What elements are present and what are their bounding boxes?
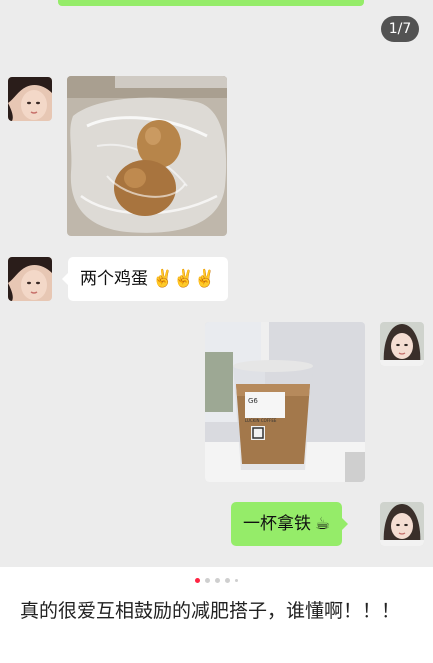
message-text: 一杯拿铁 [243, 514, 311, 534]
my-avatar[interactable] [380, 322, 424, 366]
post-caption: 真的很爱互相鼓励的减肥搭子，谁懂啊！！！ [20, 600, 401, 622]
image-counter-badge: 1/7 [381, 16, 419, 42]
friend-avatar[interactable] [8, 257, 52, 301]
friend-avatar[interactable] [8, 77, 52, 121]
carousel-dot[interactable] [225, 577, 230, 583]
message-text: 两个鸡蛋 [80, 269, 148, 289]
previous-message-bubble-edge [58, 0, 364, 6]
carousel-dot-active[interactable] [195, 577, 200, 583]
carousel-pagination[interactable] [0, 576, 433, 584]
incoming-text-bubble[interactable]: 两个鸡蛋 ✌️✌️✌️ [62, 257, 228, 301]
carousel-dot[interactable] [215, 577, 220, 583]
latte-photo[interactable]: G6 LUCKIN COFFEE [205, 322, 365, 482]
cup-sticker-code: G6 [248, 397, 258, 405]
carousel-dot[interactable] [235, 578, 238, 582]
my-avatar[interactable] [380, 502, 424, 546]
outgoing-text-bubble[interactable]: 一杯拿铁 ☕ [231, 502, 349, 546]
eggs-photo[interactable] [67, 76, 227, 236]
carousel-dot[interactable] [205, 577, 210, 583]
coffee-emoji: ☕ [315, 514, 331, 534]
victory-hand-emoji: ✌️✌️✌️ [152, 269, 216, 289]
cup-brand-text: LUCKIN COFFEE [245, 418, 277, 423]
chat-screenshot: 1/7 两个鸡蛋 ✌️✌️✌️ G6 LUCKIN COFFEE 一杯拿铁 ☕ [0, 0, 433, 567]
